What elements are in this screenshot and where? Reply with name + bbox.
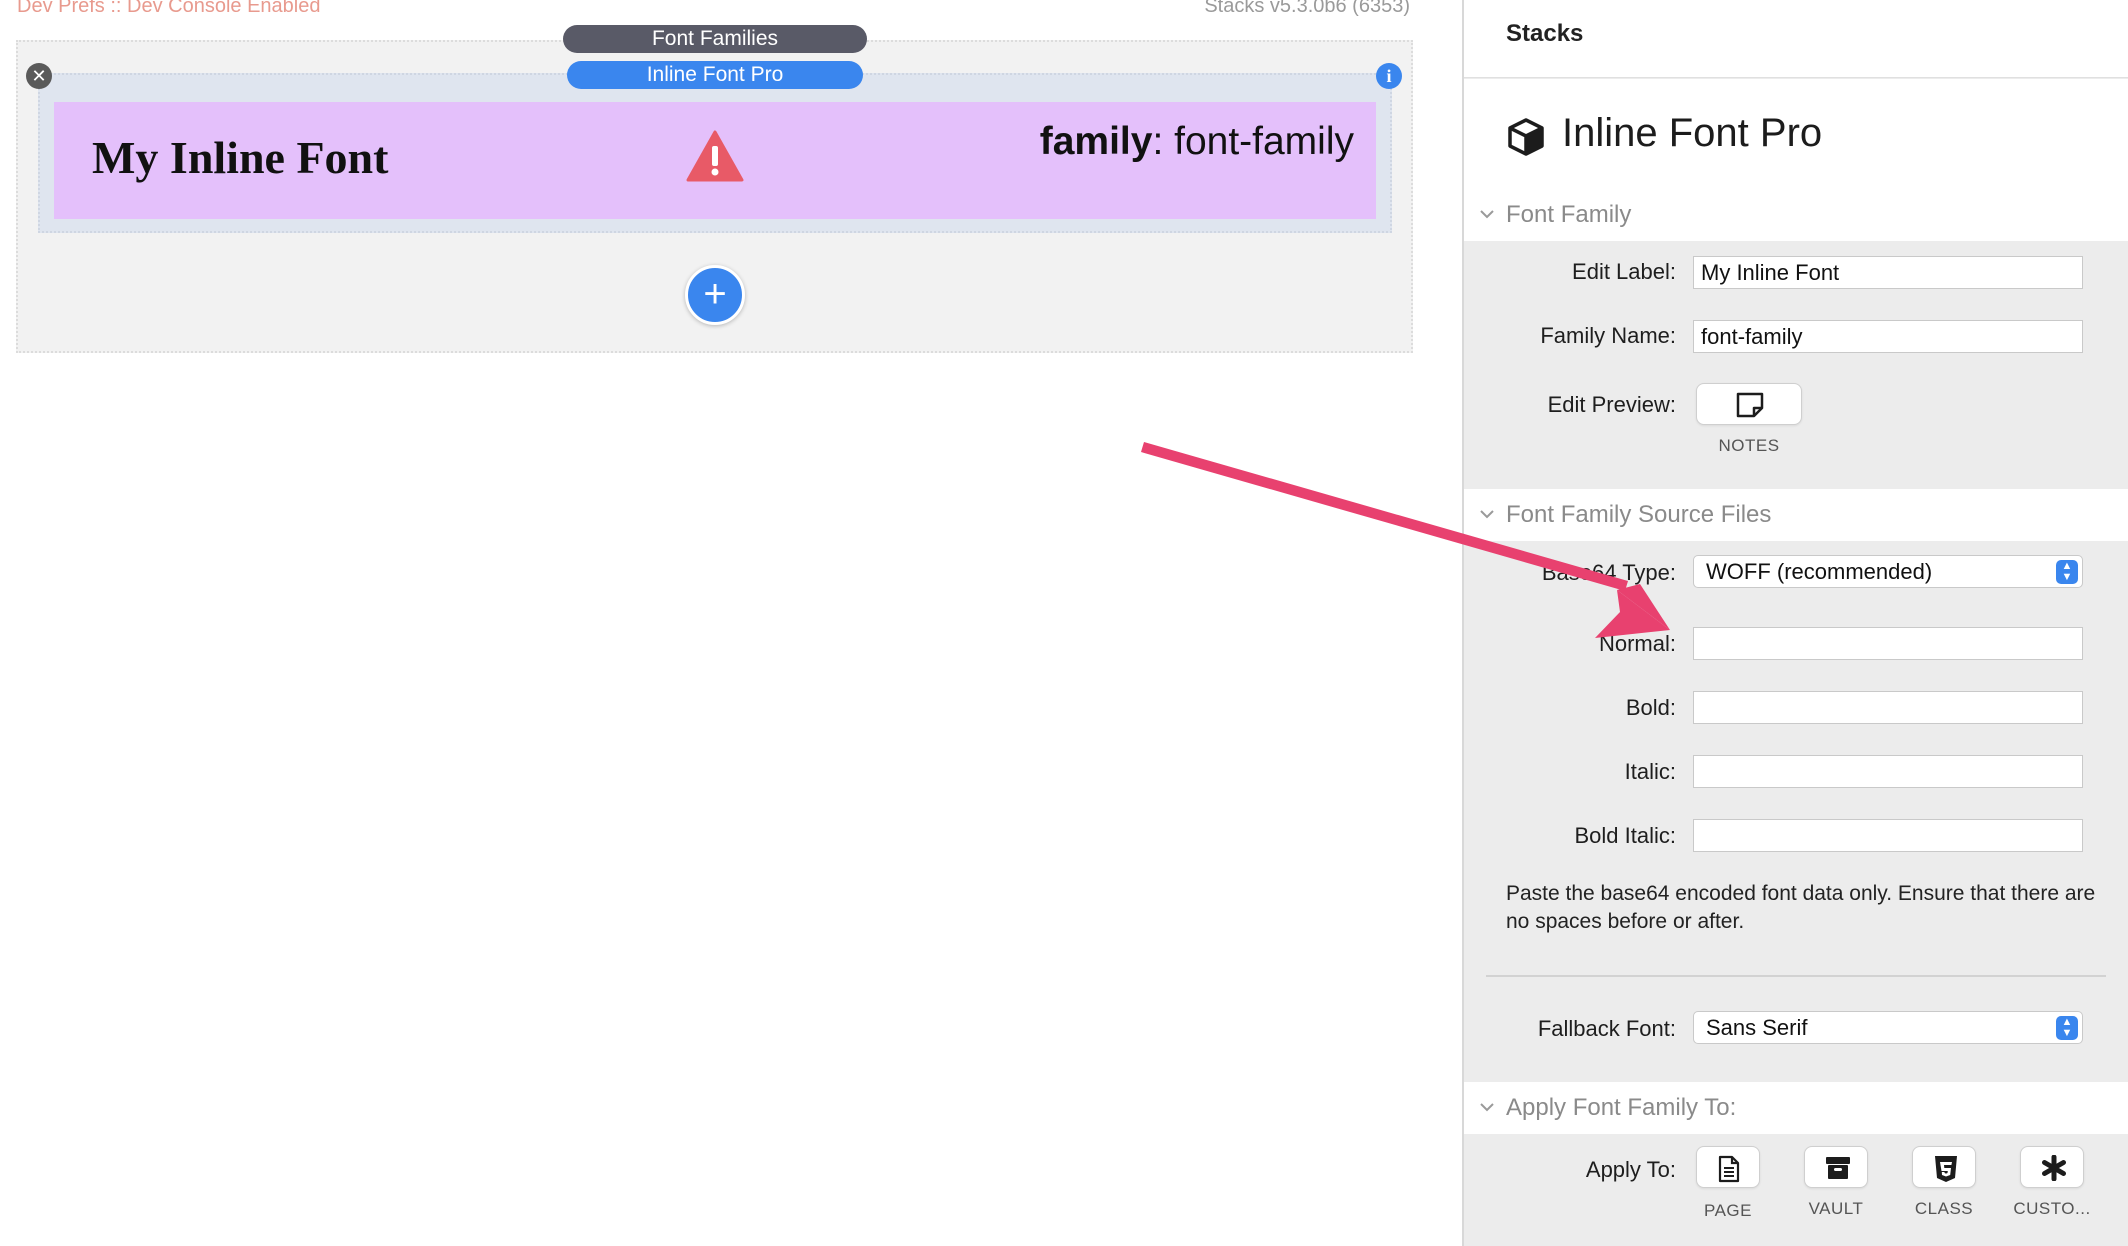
apply-class-button[interactable]: [1912, 1146, 1976, 1188]
normal-label: Normal:: [1598, 631, 1676, 656]
section-apply[interactable]: Apply Font Family To:: [1464, 1082, 2128, 1134]
preview-family-value: : font-family: [1152, 120, 1354, 163]
normal-font-field[interactable]: [1693, 627, 2083, 660]
section-source-files[interactable]: Font Family Source Files: [1464, 489, 2128, 541]
apply-option-caption: PAGE: [1704, 1201, 1752, 1220]
section-label: Apply Font Family To:: [1506, 1094, 1737, 1121]
apply-option-caption: VAULT: [1808, 1199, 1864, 1218]
base64-type-label: Base64 Type:: [1541, 560, 1676, 585]
bold-font-field[interactable]: [1693, 691, 2083, 724]
panel-header-title: Stacks: [1506, 20, 1584, 47]
family-name-field[interactable]: font-family: [1693, 320, 2083, 353]
apply-custom-button[interactable]: [2020, 1146, 2084, 1188]
edit-preview-label: Edit Preview:: [1547, 392, 1676, 417]
app-window: Dev Prefs :: Dev Console Enabled Stacks …: [0, 0, 2128, 1246]
apply-vault-button[interactable]: [1804, 1146, 1868, 1188]
fallback-font-label: Fallback Font:: [1537, 1016, 1676, 1041]
asterisk-icon: [2042, 1155, 2066, 1181]
fallback-font-select[interactable]: Sans Serif ▲ ▼: [1693, 1011, 2083, 1044]
section-font-family[interactable]: Font Family: [1464, 189, 2128, 241]
select-value: WOFF (recommended): [1706, 559, 1933, 584]
plus-icon: +: [703, 272, 727, 316]
page-icon: [1718, 1155, 1740, 1183]
remove-stack-button[interactable]: ✕: [26, 63, 52, 89]
apply-option-caption: CLASS: [1914, 1199, 1974, 1218]
close-icon: ✕: [31, 66, 47, 86]
info-icon: i: [1386, 66, 1392, 86]
notes-caption: NOTES: [1718, 436, 1780, 455]
section-label: Font Family: [1506, 201, 1632, 228]
family-name-label: Family Name:: [1540, 323, 1676, 348]
preview-family-key: family: [1039, 120, 1153, 163]
stack-info-button[interactable]: i: [1376, 63, 1402, 89]
apply-option-caption: CUSTO...: [2013, 1199, 2091, 1218]
divider: [1486, 975, 2106, 977]
italic-label: Italic:: [1624, 759, 1676, 784]
add-stack-button[interactable]: +: [685, 265, 745, 325]
preview-title: My Inline Font: [92, 132, 389, 183]
chevron-down-icon: [1478, 489, 1500, 560]
warning-icon: [686, 130, 744, 182]
dev-prefs-notice: Dev Prefs :: Dev Console Enabled: [17, 0, 321, 17]
version-label: Stacks v5.3.0b6 (6353): [1204, 0, 1410, 17]
select-arrows-icon: ▲ ▼: [2056, 1016, 2078, 1040]
panel-header: Stacks: [1464, 0, 2128, 78]
selected-stack-pill[interactable]: Inline Font Pro: [567, 61, 863, 89]
help-text: Paste the base64 encoded font data only.…: [1506, 882, 2096, 933]
bold-italic-label: Bold Italic:: [1574, 823, 1677, 848]
vault-icon: [1826, 1157, 1850, 1179]
cube-icon: [1508, 118, 1544, 156]
font-preview[interactable]: My Inline Font family: font-family: [54, 102, 1376, 219]
inspector-panel: Stacks Inline Font Pro Font Family Edit …: [1462, 0, 2128, 1246]
chevron-down-icon: [1478, 1082, 1500, 1153]
select-arrows-icon: ▲ ▼: [2056, 560, 2078, 584]
edit-label-label: Edit Label:: [1572, 259, 1676, 284]
select-value: Sans Serif: [1706, 1015, 1808, 1040]
bold-label: Bold:: [1625, 695, 1676, 720]
apply-to-label: Apply To:: [1585, 1157, 1676, 1182]
note-icon: [1736, 392, 1764, 418]
chevron-down-icon: [1478, 189, 1500, 260]
bold-italic-font-field[interactable]: [1693, 819, 2083, 852]
base64-type-select[interactable]: WOFF (recommended) ▲ ▼: [1693, 555, 2083, 588]
preview-family-text: family: font-family: [1040, 120, 1354, 164]
edit-label-field[interactable]: My Inline Font: [1693, 256, 2083, 289]
notes-button[interactable]: [1696, 383, 1802, 425]
stack-title: Inline Font Pro: [1562, 111, 1823, 155]
section-label: Font Family Source Files: [1506, 501, 1772, 528]
apply-page-button[interactable]: [1696, 1146, 1760, 1188]
stacks-canvas: Dev Prefs :: Dev Console Enabled Stacks …: [0, 0, 1462, 1246]
css-icon: [1935, 1156, 1957, 1182]
stack-title-row: Inline Font Pro: [1464, 79, 2128, 194]
parent-stack-pill[interactable]: Font Families: [563, 25, 867, 53]
italic-font-field[interactable]: [1693, 755, 2083, 788]
